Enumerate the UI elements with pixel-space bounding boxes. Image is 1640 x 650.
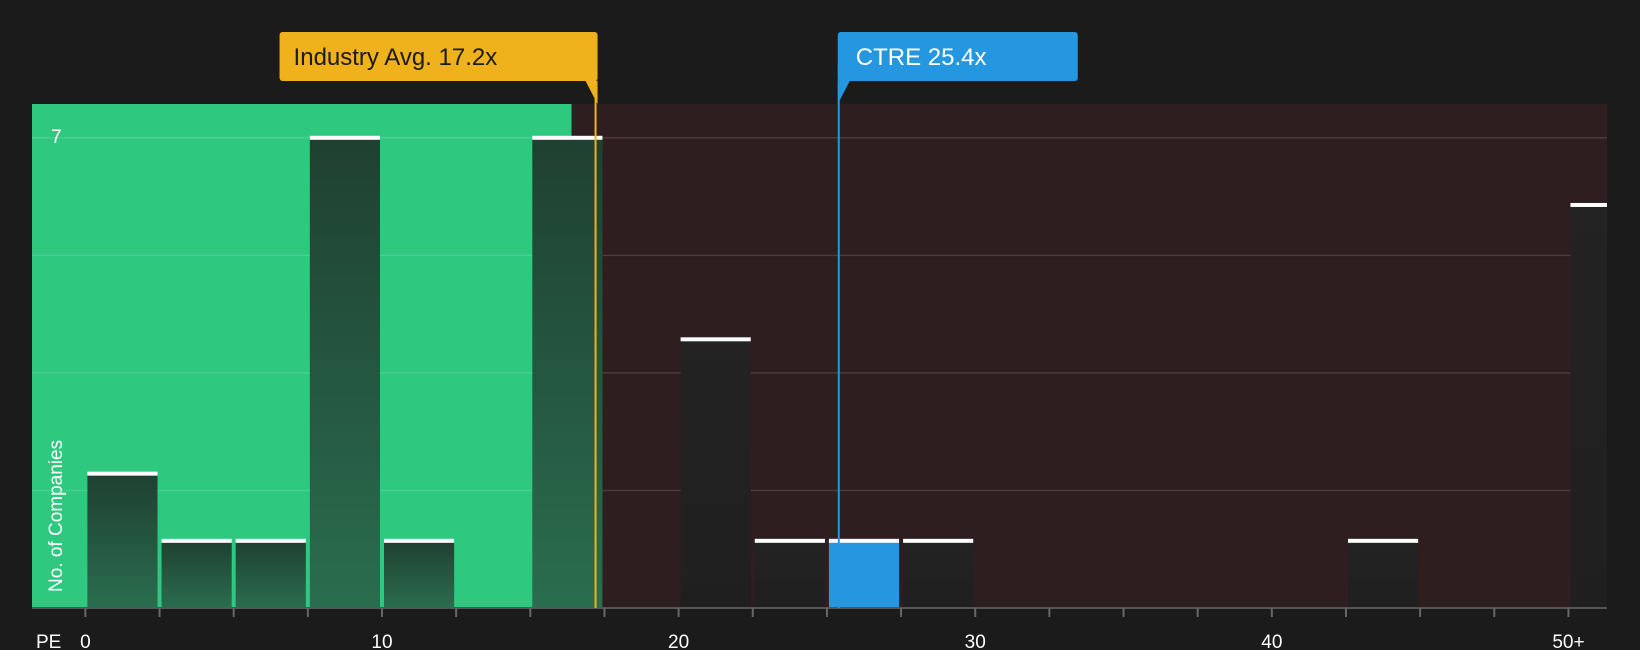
bar-cap [87,471,158,476]
industry-avg-label: Industry Avg. 17.2x [294,44,498,71]
bar-cap [235,538,306,543]
bar-cap [161,538,232,543]
bar [384,540,455,608]
bar [754,540,825,608]
bar-cap [754,538,825,543]
y-tick-label-top: 7 [51,127,62,148]
bar [1570,204,1607,608]
x-axis-label: PE [36,632,61,650]
bar [680,339,751,608]
x-tick-label: 50+ [1552,632,1584,650]
bar [532,137,603,609]
pe-distribution-chart: 0 10 20 30 40 50+ PE No. of Companies 7 Indus… [32,32,1607,650]
bar [903,540,974,608]
company-pe-label: CTRE 25.4x [856,44,987,71]
x-axis-ticks: 0 10 20 30 40 50+ [80,608,1585,650]
y-axis-label: No. of Companies [46,440,67,592]
bar [309,137,380,609]
x-tick-label: 40 [1261,632,1282,650]
bar-cap [680,337,751,342]
bar-cap [384,538,455,543]
company-callout: CTRE 25.4x [837,32,1078,104]
bar [87,473,158,608]
bar-cap [1347,538,1419,543]
bar-cap [532,135,603,140]
x-tick-label: 20 [668,632,689,650]
x-tick-label: 10 [371,632,392,650]
industry-avg-callout-pointer [585,81,598,104]
bar [1347,540,1419,608]
bar [235,540,306,608]
bar-cap [309,135,380,140]
x-tick-label: 0 [80,632,91,650]
industry-avg-callout: Industry Avg. 17.2x [279,32,598,104]
x-tick-label: 30 [965,632,986,650]
bar-cap [903,538,974,543]
company-callout-pointer [837,81,850,104]
bar-cap [1570,202,1607,207]
bar [161,540,232,608]
